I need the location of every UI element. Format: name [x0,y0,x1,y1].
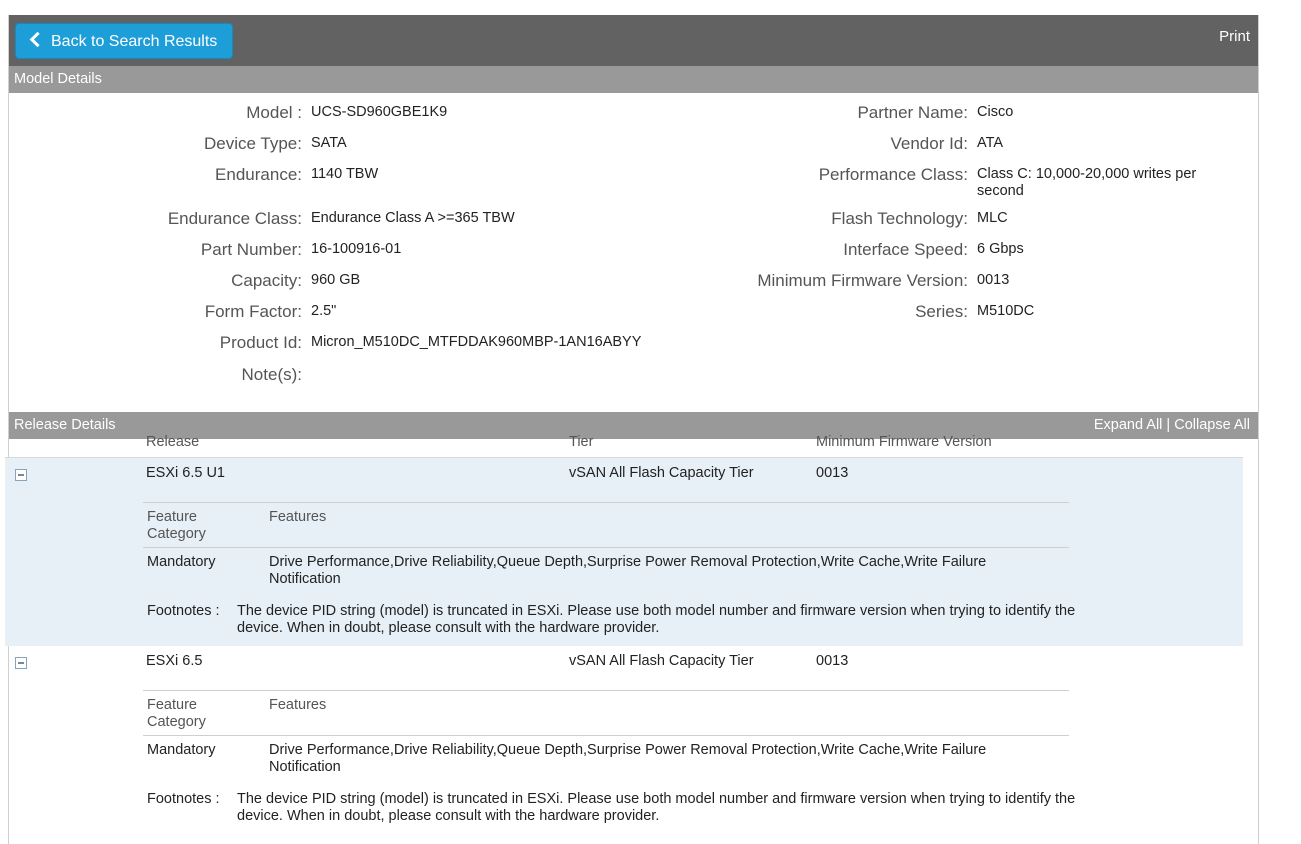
feature-row: Mandatory Drive Performance,Drive Reliab… [143,736,1069,784]
device-type-label: Device Type: [204,134,302,153]
release-tier: vSAN All Flash Capacity Tier [569,653,754,669]
notes-label: Note(s): [241,365,302,384]
page-title-cutoff [200,0,440,2]
release-row: ESXi 6.5 vSAN All Flash Capacity Tier 00… [5,646,1243,834]
col-tier: Tier [569,434,594,450]
min-firmware-label: Minimum Firmware Version: [757,271,968,290]
col-feature-category: Feature Category [147,697,206,730]
performance-class-label: Performance Class: [818,165,968,184]
back-to-search-button[interactable]: Back to Search Results [15,23,233,59]
part-number-value: 16-100916-01 [311,241,402,257]
min-firmware-value: 0013 [977,272,1010,288]
col-features: Features [269,509,327,525]
release-table: Release Tier Minimum Firmware Version ES… [5,424,1243,834]
footnote-text: The device PID string (model) is truncat… [237,791,1076,824]
feature-list: Drive Performance,Drive Reliability,Queu… [269,742,987,775]
feature-table: Feature Category Features Mandatory Driv… [143,502,1069,596]
partner-name-value: Cisco [977,104,1014,120]
feature-category: Mandatory [147,742,216,758]
col-feature-category: Feature Category [147,509,206,542]
page: Back to Search Results Print Model Detai… [0,0,1301,844]
feature-table-header: Feature Category Features [143,690,1069,736]
feature-table: Feature Category Features Mandatory Driv… [143,690,1069,784]
feature-row: Mandatory Drive Performance,Drive Reliab… [143,548,1069,596]
back-button-label: Back to Search Results [51,33,218,50]
capacity-label: Capacity: [231,271,302,290]
endurance-class-label: Endurance Class: [167,209,302,228]
part-number-label: Part Number: [200,240,302,259]
release-tier: vSAN All Flash Capacity Tier [569,465,754,481]
series-value: M510DC [977,303,1035,319]
interface-speed-value: 6 Gbps [977,241,1024,257]
col-min-firmware: Minimum Firmware Version [816,434,992,450]
partner-name-label: Partner Name: [857,103,968,122]
chevron-left-icon [29,31,46,48]
release-name: ESXi 6.5 U1 [146,465,225,481]
model-details-title: Model Details [14,71,102,87]
vendor-id-label: Vendor Id: [890,134,968,153]
model-details-header: Model Details [9,66,1258,93]
release-table-header: Release Tier Minimum Firmware Version [5,424,1243,458]
print-link[interactable]: Print [1219,28,1250,45]
vendor-id-value: ATA [977,135,1004,151]
col-features: Features [269,697,327,713]
form-factor-value: 2.5" [311,303,337,319]
endurance-class-value: Endurance Class A >=365 TBW [311,210,515,226]
footnote-label: Footnotes : [147,603,220,619]
footnote-text: The device PID string (model) is truncat… [237,603,1076,636]
capacity-value: 960 GB [311,272,361,288]
feature-table-header: Feature Category Features [143,502,1069,548]
release-name: ESXi 6.5 [146,653,203,669]
footnote-label: Footnotes : [147,791,220,807]
form-factor-label: Form Factor: [204,302,302,321]
flash-technology-label: Flash Technology: [831,209,968,228]
top-toolbar: Back to Search Results Print [9,15,1258,66]
series-label: Series: [915,302,968,321]
model-label: Model : [246,103,302,122]
product-id-value: Micron_M510DC_MTFDDAK960MBP-1AN16ABYY [311,334,642,350]
endurance-value: 1140 TBW [311,166,379,182]
collapse-toggle-icon[interactable] [15,469,27,481]
device-type-value: SATA [311,135,347,151]
release-min-firmware: 0013 [816,465,849,481]
model-value: UCS-SD960GBE1K9 [311,104,448,120]
collapse-toggle-icon[interactable] [15,657,27,669]
release-row: ESXi 6.5 U1 vSAN All Flash Capacity Tier… [5,458,1243,646]
flash-technology-value: MLC [977,210,1008,226]
performance-class-value: Class C: 10,000-20,000 writes per second [977,166,1197,199]
product-id-label: Product Id: [219,333,302,352]
feature-category: Mandatory [147,554,216,570]
interface-speed-label: Interface Speed: [843,240,968,259]
model-details-body: Model : UCS-SD960GBE1K9 Device Type: SAT… [9,93,1258,413]
feature-list: Drive Performance,Drive Reliability,Queu… [269,554,987,587]
col-release: Release [146,434,200,450]
release-min-firmware: 0013 [816,653,849,669]
endurance-label: Endurance: [215,165,302,184]
